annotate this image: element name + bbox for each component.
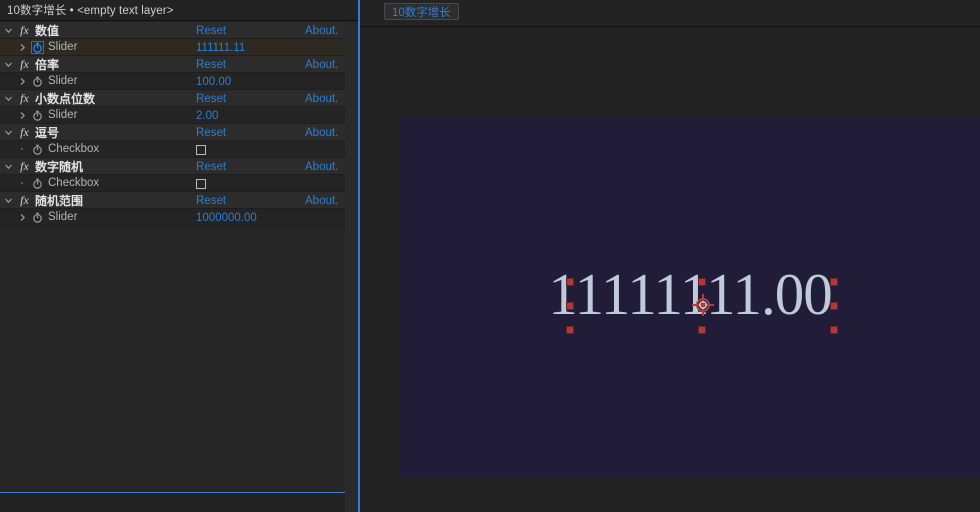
- parameter-twirl-icon[interactable]: [14, 77, 30, 86]
- selection-handle-bottom-left[interactable]: [566, 326, 574, 334]
- selection-handle-top-right[interactable]: [830, 278, 838, 286]
- effect-row[interactable]: fx 数字随机 Reset About.: [0, 158, 345, 175]
- about-button[interactable]: About.: [305, 90, 338, 107]
- tab-composition[interactable]: 10数字增长: [384, 3, 459, 20]
- parameter-name-label: Slider: [48, 211, 78, 223]
- about-button[interactable]: About.: [305, 124, 338, 141]
- parameter-bullet-icon: [14, 182, 30, 184]
- parameter-row[interactable]: Slider 1000000.00: [0, 209, 345, 226]
- effect-controls-bottom-rule: [0, 492, 345, 493]
- parameter-name-label: Slider: [48, 75, 78, 87]
- selection-handle-top-center[interactable]: [698, 278, 706, 286]
- about-button[interactable]: About.: [305, 56, 338, 73]
- about-button[interactable]: About.: [305, 192, 338, 209]
- checkbox-control[interactable]: [196, 141, 206, 158]
- fx-icon: fx: [20, 159, 29, 173]
- checkbox-control[interactable]: [196, 175, 206, 192]
- parameter-twirl-icon[interactable]: [14, 43, 30, 52]
- stopwatch-icon[interactable]: [30, 109, 45, 122]
- checkbox-box-icon[interactable]: [196, 178, 206, 189]
- parameter-row[interactable]: Checkbox: [0, 175, 345, 192]
- parameter-row[interactable]: Checkbox: [0, 141, 345, 158]
- effect-name-label: 随机范围: [35, 193, 84, 208]
- tab-composition-label: 10数字增长: [392, 6, 451, 19]
- checkbox-box-icon[interactable]: [196, 144, 206, 155]
- parameter-row[interactable]: Slider 111111.11: [0, 39, 345, 56]
- parameter-value[interactable]: 111111.11: [196, 39, 245, 56]
- parameter-name-label: Checkbox: [48, 143, 100, 155]
- stopwatch-icon[interactable]: [30, 177, 45, 190]
- reset-button[interactable]: Reset: [196, 90, 226, 107]
- effect-twirl-icon[interactable]: [0, 94, 16, 103]
- anchor-point-icon[interactable]: [692, 294, 714, 316]
- about-button[interactable]: About.: [305, 158, 338, 175]
- effect-twirl-icon[interactable]: [0, 162, 16, 171]
- panel-title: 10数字增长 • <empty text layer>: [7, 5, 174, 17]
- composition-stage[interactable]: 11111111.00: [360, 27, 980, 512]
- parameter-value[interactable]: 2.00: [196, 107, 218, 124]
- parameter-name-label: Slider: [48, 41, 78, 53]
- reset-button[interactable]: Reset: [196, 22, 226, 39]
- effect-controls-titlebar: 10数字增长 • <empty text layer>: [0, 0, 358, 21]
- composition-canvas[interactable]: 11111111.00: [400, 117, 980, 478]
- parameter-value[interactable]: 100.00: [196, 73, 231, 90]
- effect-name-label: 数字随机: [35, 159, 84, 174]
- reset-button[interactable]: Reset: [196, 124, 226, 141]
- parameter-name-label: Slider: [48, 109, 78, 121]
- stopwatch-icon[interactable]: [30, 143, 45, 156]
- parameter-bullet-icon: [14, 148, 30, 150]
- effect-twirl-icon[interactable]: [0, 196, 16, 205]
- parameter-value[interactable]: 1000000.00: [196, 209, 257, 226]
- effect-controls-panel: 10数字增长 • <empty text layer> fx 数值 Reset Abo…: [0, 0, 358, 512]
- fx-icon: fx: [20, 57, 29, 71]
- reset-button[interactable]: Reset: [196, 192, 226, 209]
- selection-handle-bottom-right[interactable]: [830, 326, 838, 334]
- fx-icon: fx: [20, 23, 29, 37]
- effect-row[interactable]: fx 逗号 Reset About.: [0, 124, 345, 141]
- effect-twirl-icon[interactable]: [0, 26, 16, 35]
- stopwatch-icon[interactable]: [30, 40, 45, 54]
- reset-button[interactable]: Reset: [196, 56, 226, 73]
- parameter-row[interactable]: Slider 100.00: [0, 73, 345, 90]
- parameter-twirl-icon[interactable]: [14, 111, 30, 120]
- selection-handle-bottom-center[interactable]: [698, 326, 706, 334]
- fx-icon: fx: [20, 91, 29, 105]
- stopwatch-icon[interactable]: [30, 211, 45, 224]
- effect-name-label: 逗号: [35, 125, 60, 140]
- stopwatch-icon[interactable]: [30, 75, 45, 88]
- effect-row[interactable]: fx 倍率 Reset About.: [0, 56, 345, 73]
- composition-tabbar: 10数字增长: [360, 0, 980, 27]
- effect-row[interactable]: fx 随机范围 Reset About.: [0, 192, 345, 209]
- fx-icon: fx: [20, 125, 29, 139]
- parameter-twirl-icon[interactable]: [14, 213, 30, 222]
- fx-icon: fx: [20, 193, 29, 207]
- effect-twirl-icon[interactable]: [0, 60, 16, 69]
- composition-text-layer[interactable]: 11111111.00: [400, 265, 980, 324]
- parameter-name-label: Checkbox: [48, 177, 100, 189]
- selection-handle-top-left[interactable]: [566, 278, 574, 286]
- selection-handle-middle-right[interactable]: [830, 302, 838, 310]
- composition-panel: 10数字增长 11111111.00: [360, 0, 980, 512]
- parameter-row[interactable]: Slider 2.00: [0, 107, 345, 124]
- effect-row[interactable]: fx 小数点位数 Reset About.: [0, 90, 345, 107]
- effect-name-label: 小数点位数: [35, 91, 96, 106]
- reset-button[interactable]: Reset: [196, 158, 226, 175]
- effect-controls-list[interactable]: fx 数值 Reset About. Slider 111111.11 fx 倍率 Reset A…: [0, 22, 345, 492]
- effect-row[interactable]: fx 数值 Reset About.: [0, 22, 345, 39]
- effect-name-label: 倍率: [35, 57, 60, 72]
- effect-name-label: 数值: [35, 23, 60, 38]
- app-window: 10数字增长 • <empty text layer> fx 数值 Reset Abo…: [0, 0, 980, 512]
- effect-controls-right-gutter: [345, 22, 358, 512]
- selection-handle-middle-left[interactable]: [566, 302, 574, 310]
- about-button[interactable]: About.: [305, 22, 338, 39]
- effect-twirl-icon[interactable]: [0, 128, 16, 137]
